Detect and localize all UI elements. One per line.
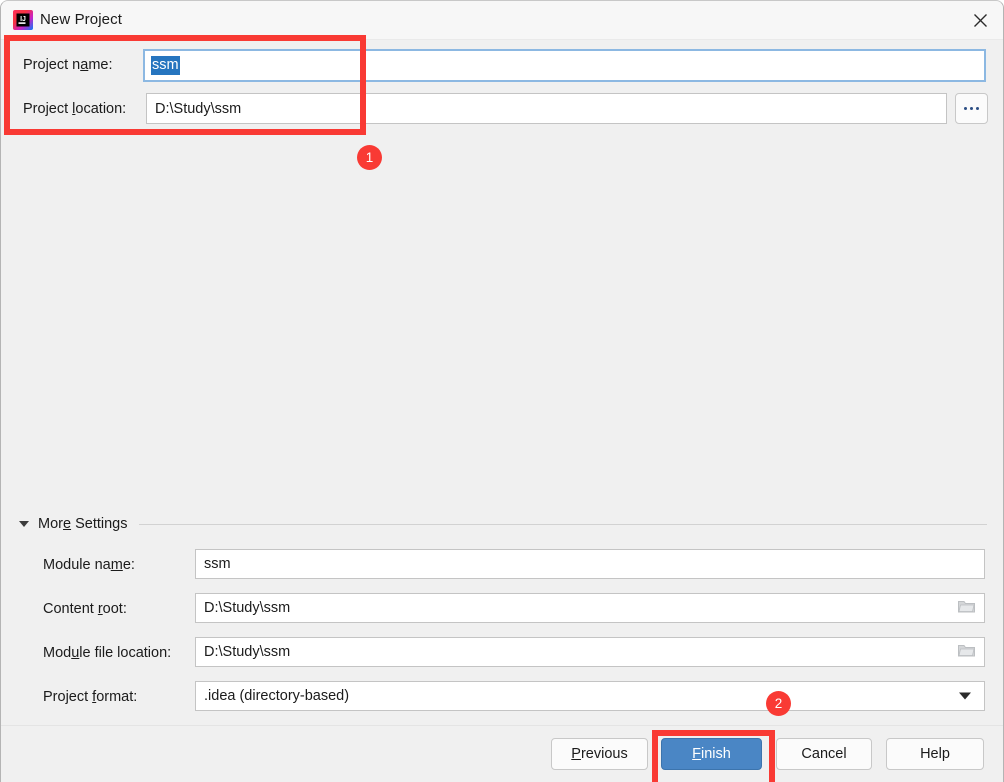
title-bar: IJ New Project xyxy=(1,1,1003,40)
project-format-label-pre: Project xyxy=(43,689,93,705)
module-name-label: Module name: xyxy=(43,557,135,573)
annotation-badge-1: 1 xyxy=(357,145,382,170)
module-file-location-input[interactable]: D:\Study\ssm xyxy=(195,637,985,667)
project-name-label: Project name: xyxy=(23,57,112,73)
section-divider xyxy=(139,523,987,525)
more-settings-label-pre: Mor xyxy=(38,516,63,532)
cancel-button-label: Cancel xyxy=(801,746,847,762)
project-format-label-post: ormat: xyxy=(96,689,138,705)
previous-button[interactable]: Previous xyxy=(551,738,648,770)
previous-button-mnemonic: P xyxy=(571,746,581,762)
annotation-badge-2: 2 xyxy=(766,691,791,716)
svg-text:IJ: IJ xyxy=(20,16,26,23)
project-format-select[interactable]: .idea (directory-based) xyxy=(195,681,985,711)
project-name-value: ssm xyxy=(151,56,180,75)
browse-folder-button[interactable] xyxy=(955,93,988,124)
module-name-label-post: e: xyxy=(122,557,135,573)
close-icon[interactable] xyxy=(957,1,1003,39)
module-name-label-pre: Module na xyxy=(43,557,111,573)
project-location-input[interactable]: D:\Study\ssm xyxy=(146,93,947,124)
module-name-value: ssm xyxy=(204,556,231,572)
project-name-label-pre: Project n xyxy=(23,57,81,73)
project-format-label: Project format: xyxy=(43,689,137,705)
project-location-label: Project location: xyxy=(23,101,126,117)
content-root-value: D:\Study\ssm xyxy=(204,600,291,616)
content-root-label-post: oot: xyxy=(102,601,127,617)
more-settings-label-mnemonic: e xyxy=(62,516,72,532)
module-file-location-label-post: le file location: xyxy=(79,645,172,661)
dialog-button-bar: Previous Finish Cancel Help xyxy=(1,725,1003,782)
project-name-input[interactable]: ssm xyxy=(143,49,986,82)
project-location-value: D:\Study\ssm xyxy=(155,100,242,117)
cancel-button[interactable]: Cancel xyxy=(776,738,872,770)
finish-button-mnemonic: F xyxy=(692,746,702,762)
chevron-down-icon xyxy=(19,521,29,527)
help-button[interactable]: Help xyxy=(886,738,984,770)
project-location-label-post: ocation: xyxy=(75,101,127,117)
project-location-label-pre: Project xyxy=(23,101,73,117)
folder-icon[interactable] xyxy=(958,599,975,617)
module-file-location-label-pre: Mod xyxy=(43,645,72,661)
content-root-label: Content root: xyxy=(43,601,127,617)
content-root-input[interactable]: D:\Study\ssm xyxy=(195,593,985,623)
chevron-down-icon[interactable] xyxy=(959,692,971,700)
ellipsis-icon xyxy=(964,107,979,110)
previous-button-post: revious xyxy=(580,746,628,762)
more-settings-label: More Settings xyxy=(38,516,127,532)
help-button-label: Help xyxy=(920,746,950,762)
more-settings-label-post: Settings xyxy=(71,516,128,532)
more-settings-toggle[interactable]: More Settings xyxy=(19,516,987,532)
folder-icon[interactable] xyxy=(958,643,975,661)
project-format-value: .idea (directory-based) xyxy=(204,688,350,704)
project-name-label-post: me: xyxy=(88,57,113,73)
window-title: New Project xyxy=(40,11,122,28)
module-file-location-value: D:\Study\ssm xyxy=(204,644,291,660)
content-root-label-pre: Content xyxy=(43,601,98,617)
finish-button-post: inish xyxy=(701,746,731,762)
finish-button[interactable]: Finish xyxy=(661,738,762,770)
intellij-idea-icon: IJ xyxy=(13,10,33,30)
new-project-dialog: IJ New Project Project name: ssm Project… xyxy=(0,0,1004,782)
module-name-input[interactable]: ssm xyxy=(195,549,985,579)
module-name-label-mnemonic: m xyxy=(110,557,123,573)
module-file-location-label: Module file location: xyxy=(43,645,171,661)
